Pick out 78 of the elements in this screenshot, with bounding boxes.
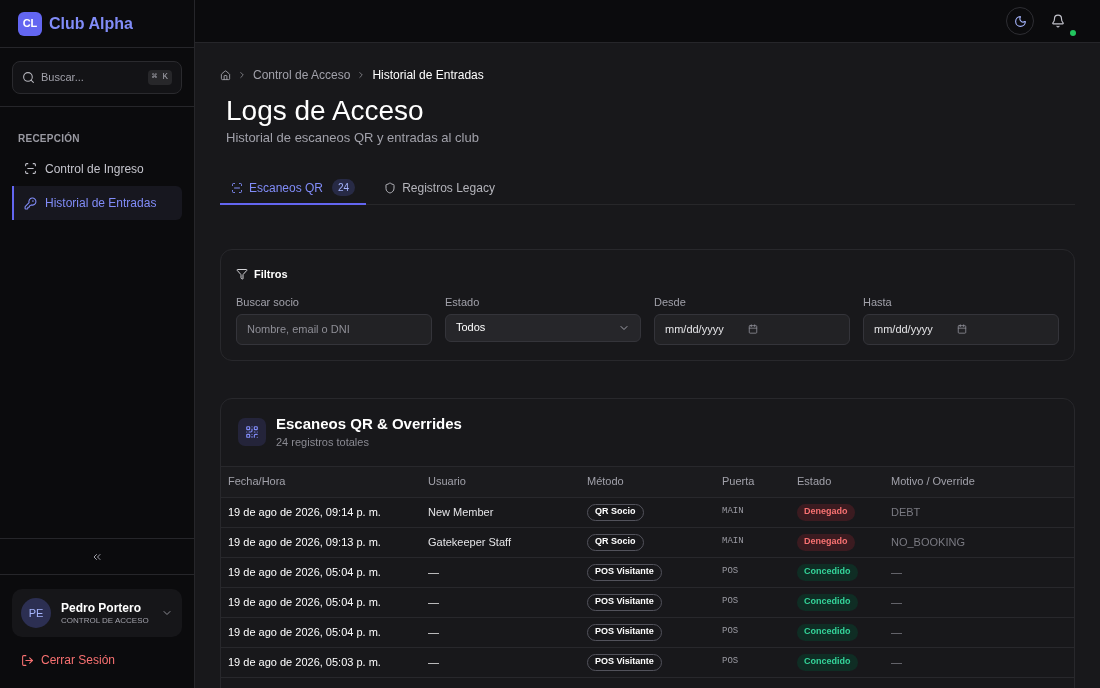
page-title: Logs de Acceso (226, 94, 425, 128)
datetime-cell-text: 19 de ago de 2026, 05:04 p. m. (228, 624, 381, 640)
chevron-right-icon (237, 70, 247, 80)
column-header: Usuario (428, 474, 466, 490)
user-avatar: PE (21, 598, 51, 628)
key-icon (24, 196, 37, 210)
reason-cell-text: — (891, 564, 902, 580)
tab[interactable]: Escaneos QR 24 (220, 172, 367, 205)
datetime-cell-text: 19 de ago de 2026, 05:03 p. m. (228, 654, 381, 670)
scan-icon (24, 162, 37, 175)
reason-cell-text: — (891, 654, 902, 670)
door-cell: POS (722, 595, 739, 609)
column-header: Método (587, 474, 624, 490)
filter-label: Estado (445, 295, 481, 309)
door-cell: MAIN (722, 535, 744, 549)
user-cell-text: New Member (428, 504, 494, 520)
nav-item[interactable]: Historial de Entradas (12, 186, 182, 220)
door-cell: MAIN (722, 505, 744, 519)
count-badge: 24 (332, 179, 356, 196)
filter-label: Desde (654, 295, 687, 309)
table-title: Escaneos QR & Overrides (276, 414, 462, 434)
column-header: Fecha/Hora (228, 474, 286, 490)
date-field[interactable]: mm/dd/yyyy (654, 313, 850, 345)
reason-cell-text: NO_BOOKING (891, 534, 965, 550)
user-cell-text: — (428, 654, 439, 670)
status-badge: Denegado (797, 503, 855, 521)
filter-label: Buscar socio (236, 295, 300, 309)
status-badge: Concedido (797, 623, 858, 641)
shield-icon (384, 181, 397, 194)
filter-icon (236, 268, 248, 281)
qr-code-icon (238, 418, 266, 446)
tab[interactable]: Registros Legacy (368, 172, 511, 205)
datetime-cell-text: 19 de ago de 2026, 05:04 p. m. (228, 564, 381, 580)
user-cell-text: — (428, 624, 439, 640)
logout-icon (21, 653, 34, 667)
filter-label: Hasta (863, 295, 893, 309)
reason-cell-text: — (891, 594, 902, 610)
nav-item[interactable]: Control de Ingreso (12, 152, 182, 185)
section-label: RECEPCIÓN (17, 131, 81, 146)
search-icon (22, 70, 35, 84)
datetime-cell-text: 19 de ago de 2026, 09:13 p. m. (228, 534, 381, 550)
logo-badge: CL (18, 11, 42, 36)
moon-icon (1013, 14, 1027, 28)
date-field[interactable]: mm/dd/yyyy (863, 313, 1059, 345)
home-icon[interactable] (220, 69, 231, 81)
breadcrumb-item: Historial de Entradas (372, 67, 484, 84)
column-header: Estado (797, 474, 832, 490)
app-name: Club Alpha (49, 13, 133, 34)
reason-cell-text: — (891, 624, 902, 640)
status-select[interactable]: Todos (445, 313, 641, 342)
user-card[interactable]: PE Pedro Portero CONTROL DE ACCESO (12, 589, 182, 637)
user-cell-text: Gatekeeper Staff (428, 534, 511, 550)
door-cell: POS (722, 565, 739, 579)
logout-button[interactable]: Cerrar Sesión (12, 650, 125, 670)
filters-title: Filtros (254, 267, 288, 282)
user-cell-text: — (428, 594, 439, 610)
search-member-field[interactable]: Nombre, email o DNI (236, 313, 432, 345)
user-name: Pedro Portero (61, 600, 142, 616)
column-header: Motivo / Override (891, 474, 975, 490)
datetime-cell-text: 19 de ago de 2026, 09:14 p. m. (228, 504, 381, 520)
datetime-cell-text: 19 de ago de 2026, 05:04 p. m. (228, 594, 381, 610)
status-badge: Concedido (797, 563, 858, 581)
user-role: CONTROL DE ACCESO (61, 615, 150, 626)
door-cell: POS (722, 625, 739, 639)
status-badge: Concedido (797, 593, 858, 611)
user-cell-text: — (428, 564, 439, 580)
calendar-icon (957, 323, 967, 334)
reason-cell-text: DEBT (891, 504, 921, 520)
page-subtitle: Historial de escaneos QR y entradas al club (226, 129, 480, 147)
door-cell: POS (722, 655, 739, 669)
breadcrumb-item[interactable]: Control de Acceso (253, 66, 351, 84)
scan-icon (231, 181, 243, 194)
status-badge: Denegado (797, 533, 855, 551)
calendar-icon (748, 323, 758, 334)
bell-icon (1051, 14, 1065, 28)
column-header: Puerta (722, 474, 755, 490)
status-badge: Concedido (797, 653, 858, 671)
table-subtitle: 24 registros totales (276, 435, 370, 450)
